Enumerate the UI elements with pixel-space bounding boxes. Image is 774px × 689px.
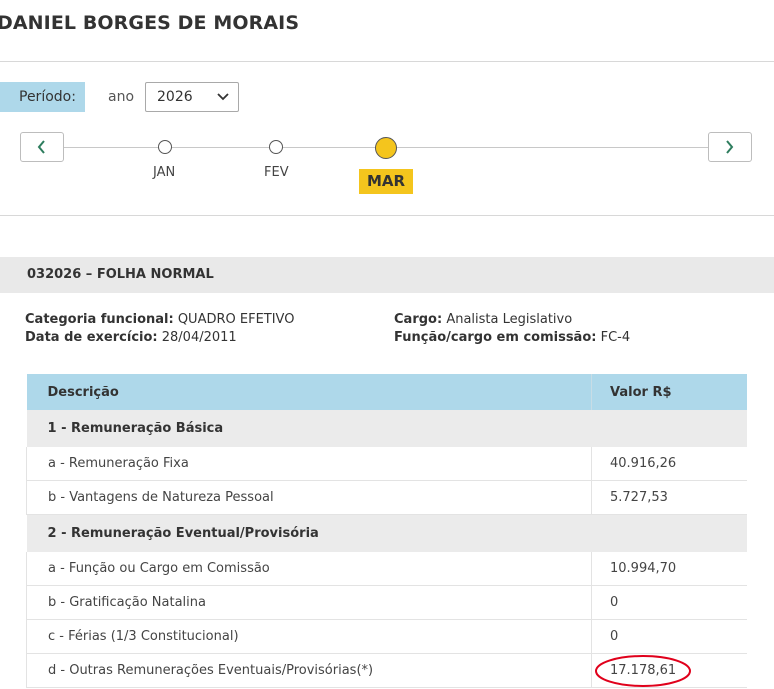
table-row: b - Vantagens de Natureza Pessoal 5.727,… — [26, 480, 747, 515]
month-dot-active[interactable] — [375, 137, 397, 159]
column-header-descricao: Descrição — [26, 374, 592, 410]
divider — [0, 215, 774, 216]
column-header-valor: Valor R$ — [591, 374, 747, 410]
table-row: b - Gratificação Natalina 0 — [26, 585, 747, 620]
year-select[interactable]: 2026 — [145, 82, 239, 112]
month-label-fev[interactable]: FEV — [264, 165, 289, 180]
previous-month-button[interactable] — [20, 132, 64, 162]
year-label: ano — [108, 89, 135, 105]
chevron-down-icon — [217, 83, 229, 121]
remuneration-table: Descrição Valor R$ 1 - Remuneração Básic… — [26, 374, 747, 688]
divider — [0, 61, 774, 62]
month-dot-jan[interactable] — [158, 140, 172, 154]
table-row: d - Outras Remunerações Eventuais/Provis… — [26, 653, 747, 688]
table-header-row: Descrição Valor R$ — [26, 374, 747, 410]
period-label: Período: — [0, 82, 85, 112]
table-group-row: 1 - Remuneração Básica — [26, 410, 747, 447]
chevron-right-icon — [726, 140, 734, 154]
sheet-header: 032026 – FOLHA NORMAL — [0, 257, 774, 293]
categoria-funcional: Categoria funcional: QUADRO EFETIVO — [25, 312, 295, 327]
highlighted-value: 17.178,61 — [595, 655, 691, 687]
month-label-active[interactable]: MAR — [359, 169, 413, 194]
cargo: Cargo: Analista Legislativo — [394, 312, 573, 327]
table-group-row: 2 - Remuneração Eventual/Provisória — [26, 514, 747, 552]
year-select-value: 2026 — [157, 89, 193, 105]
month-dot-fev[interactable] — [269, 140, 283, 154]
sheet-title: 032026 – FOLHA NORMAL — [27, 267, 214, 282]
funcao-comissao: Função/cargo em comissão: FC-4 — [394, 330, 631, 345]
month-label-jan[interactable]: JAN — [153, 165, 175, 180]
data-exercicio: Data de exercício: 28/04/2011 — [25, 330, 237, 345]
red-circle-annotation — [595, 655, 691, 687]
chevron-left-icon — [37, 140, 45, 154]
next-month-button[interactable] — [708, 132, 752, 162]
table-row: c - Férias (1/3 Constitucional) 0 — [26, 619, 747, 654]
table-row: a - Remuneração Fixa 40.916,26 — [26, 447, 747, 481]
page-title: DANIEL BORGES DE MORAIS — [0, 12, 300, 34]
table-row: a - Função ou Cargo em Comissão 10.994,7… — [26, 552, 747, 586]
